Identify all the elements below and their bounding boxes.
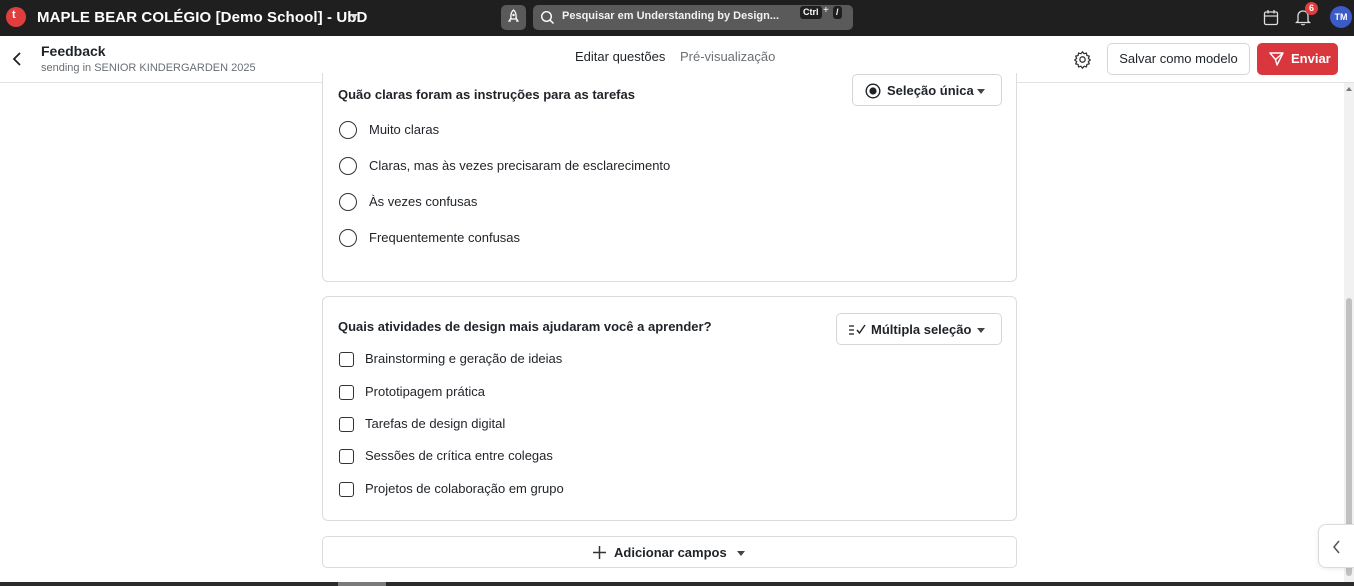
option-label[interactable]: Claras, mas às vezes precisaram de escla… — [369, 158, 670, 173]
scrollbar[interactable] — [1344, 83, 1354, 582]
chevron-down-icon — [977, 89, 985, 94]
question-type-select[interactable]: Múltipla seleção — [836, 313, 1002, 345]
checkbox[interactable] — [339, 482, 354, 497]
question-type-label: Seleção única — [887, 83, 974, 98]
checkbox[interactable] — [339, 449, 354, 464]
question-title[interactable]: Quão claras foram as instruções para as … — [338, 87, 635, 102]
option-label[interactable]: Frequentemente confusas — [369, 230, 520, 245]
notification-badge: 6 — [1305, 2, 1318, 15]
scroll-up-arrow-icon[interactable] — [1346, 87, 1352, 91]
page-subtitle: sending in SENIOR KINDERGARDEN 2025 — [41, 62, 256, 74]
chevron-down-icon — [977, 328, 985, 333]
search-icon — [540, 10, 555, 25]
save-as-template-button[interactable]: Salvar como modelo — [1107, 43, 1250, 75]
bottom-strip — [0, 582, 1354, 586]
send-icon — [1269, 52, 1284, 66]
radio-button[interactable] — [339, 229, 357, 247]
rocket-button[interactable] — [501, 5, 526, 30]
back-arrow-icon[interactable] — [11, 51, 23, 67]
chevron-left-icon — [1333, 540, 1340, 554]
option-label[interactable]: Muito claras — [369, 122, 439, 137]
radio-button[interactable] — [339, 121, 357, 139]
school-name[interactable]: MAPLE BEAR COLÉGIO [Demo School] - UbD — [37, 9, 367, 26]
shortcut-key-slash: / — [833, 6, 842, 19]
option-label[interactable]: Projetos de colaboração em grupo — [365, 481, 564, 496]
shortcut-key-ctrl: Ctrl — [800, 6, 822, 19]
question-type-select[interactable]: Seleção única — [852, 74, 1002, 106]
option-label[interactable]: Sessões de crítica entre colegas — [365, 448, 553, 463]
question-card[interactable]: Quais atividades de design mais ajudaram… — [322, 296, 1017, 521]
avatar[interactable]: TM — [1330, 6, 1352, 28]
radio-button[interactable] — [339, 157, 357, 175]
form-editor: Quão claras foram as instruções para as … — [0, 73, 1354, 582]
plus-icon — [593, 546, 606, 559]
multi-select-icon — [849, 324, 866, 335]
checkbox[interactable] — [339, 417, 354, 432]
chevron-down-icon[interactable] — [350, 14, 358, 19]
page-title: Feedback — [41, 43, 106, 59]
side-panel-toggle-button[interactable] — [1318, 524, 1354, 568]
question-type-label: Múltipla seleção — [871, 322, 972, 337]
send-button[interactable]: Enviar — [1257, 43, 1338, 75]
tab-edit-questions[interactable]: Editar questões — [575, 49, 665, 64]
calendar-icon[interactable] — [1263, 9, 1279, 26]
add-fields-label: Adicionar campos — [614, 545, 727, 560]
question-title[interactable]: Quais atividades de design mais ajudaram… — [338, 319, 712, 334]
radio-selected-icon — [865, 83, 881, 99]
tab-preview[interactable]: Pré-visualização — [680, 49, 775, 64]
gear-icon[interactable] — [1073, 50, 1092, 69]
chevron-down-icon — [737, 551, 745, 556]
rocket-icon — [507, 9, 520, 22]
question-card[interactable]: Quão claras foram as instruções para as … — [322, 73, 1017, 282]
option-label[interactable]: Brainstorming e geração de ideias — [365, 351, 562, 366]
option-label[interactable]: Tarefas de design digital — [365, 416, 505, 431]
send-label: Enviar — [1291, 51, 1331, 66]
checkbox[interactable] — [339, 352, 354, 367]
radio-button[interactable] — [339, 193, 357, 211]
app-logo[interactable] — [6, 7, 26, 27]
add-fields-button[interactable]: Adicionar campos — [322, 536, 1017, 568]
checkbox[interactable] — [339, 385, 354, 400]
top-bar: MAPLE BEAR COLÉGIO [Demo School] - UbD P… — [0, 0, 1354, 36]
shortcut-plus: + — [823, 5, 829, 16]
option-label[interactable]: Às vezes confusas — [369, 194, 477, 209]
search-placeholder: Pesquisar em Understanding by Design... — [562, 10, 779, 22]
option-label[interactable]: Prototipagem prática — [365, 384, 485, 399]
